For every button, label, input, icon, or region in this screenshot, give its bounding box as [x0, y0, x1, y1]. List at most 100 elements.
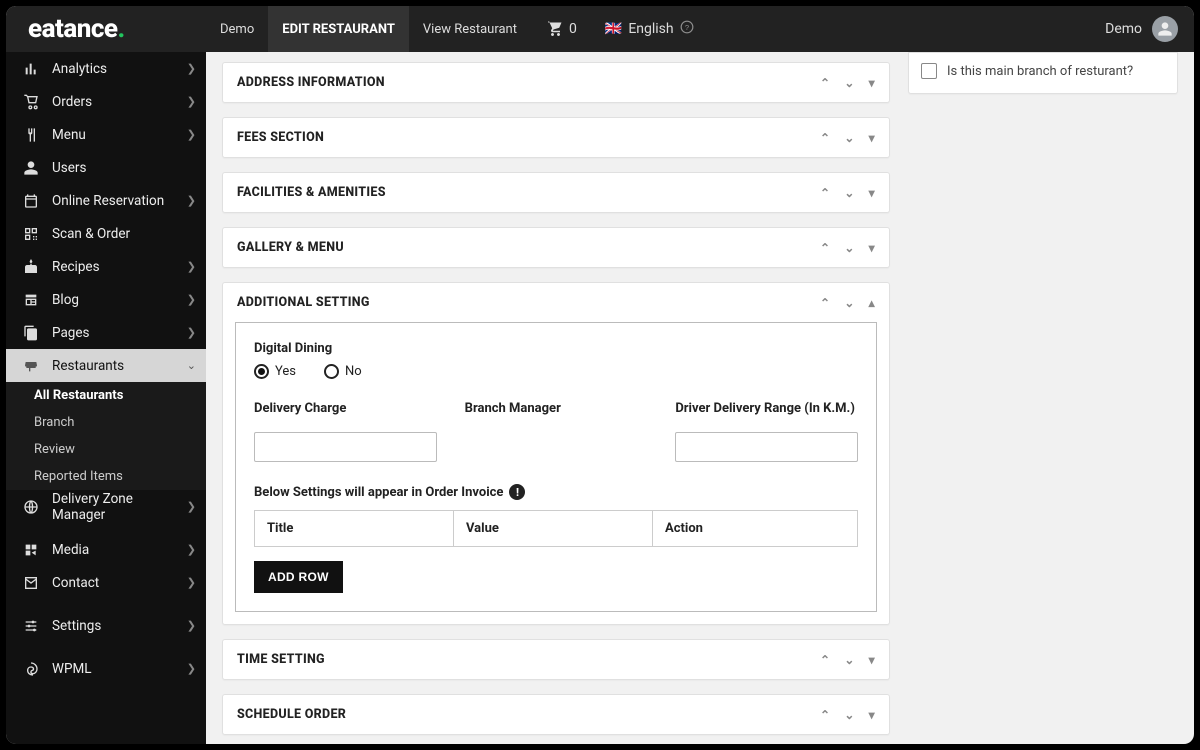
cart-count: 0: [569, 21, 577, 37]
th-title: Title: [255, 511, 454, 547]
sidebar-item-settings[interactable]: Settings ❯: [6, 609, 206, 642]
driver-range-input[interactable]: [675, 432, 858, 462]
panel-title: GALLERY & MENU: [237, 240, 820, 255]
checkbox-icon: [921, 63, 937, 79]
qr-icon: [22, 226, 40, 242]
radio-yes-label: Yes: [275, 364, 296, 379]
sidebar-item-blog[interactable]: Blog ❯: [6, 283, 206, 316]
move-up-icon[interactable]: ⌃: [820, 186, 830, 200]
sidebar-item-recipes[interactable]: Recipes ❯: [6, 250, 206, 283]
move-down-icon[interactable]: ⌄: [844, 131, 854, 145]
panel-title: TIME SETTING: [237, 652, 820, 667]
sidebar: Analytics ❯ Orders ❯ Menu ❯ Users Online…: [6, 52, 206, 744]
avatar[interactable]: [1152, 16, 1178, 42]
digital-dining-label: Digital Dining: [254, 341, 858, 356]
toggle-icon[interactable]: ▴: [869, 296, 875, 310]
sidebar-item-users[interactable]: Users: [6, 151, 206, 184]
sidebar-item-delivery-zone[interactable]: Delivery Zone Manager ❯: [6, 490, 206, 523]
sidebar-item-label: Scan & Order: [52, 226, 196, 242]
topnav-demo[interactable]: Demo: [206, 6, 268, 52]
sidebar-item-scan[interactable]: Scan & Order: [6, 217, 206, 250]
th-action: Action: [652, 511, 857, 547]
sidebar-item-wpml[interactable]: WPML ❯: [6, 652, 206, 685]
chevron-right-icon: ❯: [187, 619, 196, 632]
chevron-right-icon: ❯: [187, 326, 196, 339]
sidebar-item-restaurants[interactable]: Restaurants ⌄: [6, 349, 206, 382]
topnav-view-restaurant[interactable]: View Restaurant: [409, 6, 531, 52]
topbar-username[interactable]: Demo: [1105, 21, 1142, 37]
driver-range-label: Driver Delivery Range (In K.M.): [675, 401, 858, 416]
sidebar-item-menu[interactable]: Menu ❯: [6, 118, 206, 151]
user-icon: [22, 160, 40, 176]
sidebar-item-contact[interactable]: Contact ❯: [6, 566, 206, 599]
chevron-down-icon: ⌄: [187, 359, 196, 372]
chevron-right-icon: ❯: [187, 500, 196, 513]
move-down-icon[interactable]: ⌄: [844, 76, 854, 90]
move-down-icon[interactable]: ⌄: [844, 653, 854, 667]
toggle-icon[interactable]: ▾: [869, 76, 875, 90]
sidebar-sub-branch[interactable]: Branch: [6, 409, 206, 436]
radio-icon: [324, 364, 339, 379]
panel-title: ADDITIONAL SETTING: [237, 295, 820, 310]
sidebar-item-label: Pages: [52, 325, 175, 341]
radio-no-label: No: [345, 364, 362, 379]
chevron-right-icon: ❯: [187, 662, 196, 675]
radio-no[interactable]: No: [324, 364, 362, 379]
toggle-icon[interactable]: ▾: [869, 186, 875, 200]
chevron-right-icon: ❯: [187, 95, 196, 108]
delivery-charge-input[interactable]: [254, 432, 437, 462]
topnav-cart[interactable]: 0: [531, 6, 591, 52]
move-down-icon[interactable]: ⌄: [844, 186, 854, 200]
main-branch-box: Is this main branch of resturant?: [908, 52, 1178, 94]
sidebar-item-reservation[interactable]: Online Reservation ❯: [6, 184, 206, 217]
move-up-icon[interactable]: ⌃: [820, 708, 830, 722]
toggle-icon[interactable]: ▾: [869, 708, 875, 722]
delivery-charge-label: Delivery Charge: [254, 401, 437, 416]
sidebar-item-label: Orders: [52, 94, 175, 110]
media-icon: [22, 542, 40, 558]
mail-icon: [22, 575, 40, 591]
panel-title: SCHEDULE ORDER: [237, 707, 820, 722]
main-branch-checkbox-row[interactable]: Is this main branch of resturant?: [921, 63, 1165, 79]
sidebar-item-analytics[interactable]: Analytics ❯: [6, 52, 206, 85]
sidebar-item-media[interactable]: Media ❯: [6, 533, 206, 566]
move-down-icon[interactable]: ⌄: [844, 708, 854, 722]
chevron-right-icon: ❯: [187, 194, 196, 207]
panel-title: ADDRESS INFORMATION: [237, 75, 820, 90]
chevron-right-icon: ❯: [187, 260, 196, 273]
blog-icon: [22, 292, 40, 308]
move-down-icon[interactable]: ⌄: [844, 241, 854, 255]
move-down-icon[interactable]: ⌄: [844, 296, 854, 310]
info-icon[interactable]: !: [509, 484, 525, 500]
chevron-right-icon: ❯: [187, 128, 196, 141]
topnav-edit-restaurant[interactable]: EDIT RESTAURANT: [268, 6, 409, 52]
wpml-icon: [22, 661, 40, 677]
sidebar-item-orders[interactable]: Orders ❯: [6, 85, 206, 118]
sidebar-item-label: Blog: [52, 292, 175, 308]
top-nav: Demo EDIT RESTAURANT View Restaurant 0 🇬…: [206, 6, 708, 52]
move-up-icon[interactable]: ⌃: [820, 241, 830, 255]
sidebar-item-label: Contact: [52, 575, 175, 591]
move-up-icon[interactable]: ⌃: [820, 653, 830, 667]
move-up-icon[interactable]: ⌃: [820, 76, 830, 90]
sidebar-sub-all-restaurants[interactable]: All Restaurants: [6, 382, 206, 409]
toggle-icon[interactable]: ▾: [869, 241, 875, 255]
sidebar-sub-review[interactable]: Review: [6, 436, 206, 463]
toggle-icon[interactable]: ▾: [869, 131, 875, 145]
panel-facilities: FACILITIES & AMENITIES ⌃ ⌄ ▾: [222, 172, 890, 213]
brand-name: eatance: [28, 14, 117, 44]
invoice-note: Below Settings will appear in Order Invo…: [254, 485, 503, 500]
main-content[interactable]: ADDRESS INFORMATION ⌃ ⌄ ▾ FEES SECTION ⌃: [206, 52, 1194, 744]
move-up-icon[interactable]: ⌃: [820, 296, 830, 310]
topnav-language[interactable]: 🇬🇧 English ?: [591, 6, 708, 52]
chevron-right-icon: ❯: [187, 293, 196, 306]
radio-yes[interactable]: Yes: [254, 364, 296, 379]
main-branch-label: Is this main branch of resturant?: [947, 64, 1133, 79]
toggle-icon[interactable]: ▾: [869, 653, 875, 667]
add-row-button[interactable]: ADD ROW: [254, 561, 343, 593]
move-up-icon[interactable]: ⌃: [820, 131, 830, 145]
sidebar-item-pages[interactable]: Pages ❯: [6, 316, 206, 349]
panel-title: FACILITIES & AMENITIES: [237, 185, 820, 200]
sidebar-sub-reported[interactable]: Reported Items: [6, 463, 206, 490]
flag-icon: 🇬🇧: [605, 21, 622, 37]
